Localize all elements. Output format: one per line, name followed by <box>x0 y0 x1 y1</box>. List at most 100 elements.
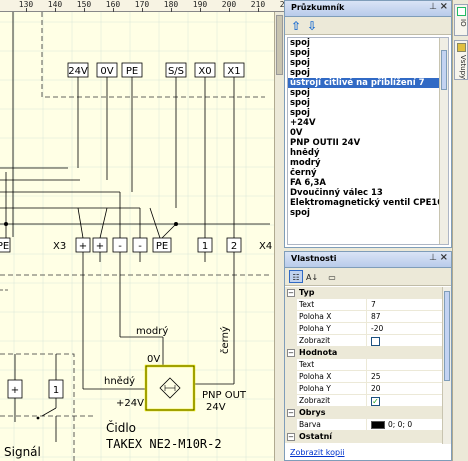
collapse-icon[interactable]: − <box>287 409 295 417</box>
side-tab-vstupy[interactable]: Vstupy <box>454 40 468 80</box>
explorer-list[interactable]: spoj spoj spoj spoj ústrojí citlivé na přibl… <box>287 37 449 245</box>
explorer-list-item[interactable]: spoj <box>288 38 448 48</box>
x3-terminal[interactable]: - <box>112 237 128 253</box>
wire-label-modry: modrý <box>136 325 168 337</box>
property-value[interactable]: 87 <box>371 311 381 323</box>
wire-label-cerny: černý <box>219 326 231 354</box>
x3-terminal[interactable]: PE <box>152 237 172 253</box>
property-key: Text <box>297 299 367 311</box>
row-gutter <box>285 323 297 335</box>
x4-label: X4 <box>259 241 272 252</box>
property-pages-button[interactable]: ▭ <box>325 270 339 283</box>
proximity-sensor-symbol[interactable] <box>144 364 196 412</box>
pin-icon[interactable]: ⊥ <box>429 253 437 263</box>
property-row[interactable]: Text <box>285 359 451 371</box>
collapse-icon[interactable]: − <box>287 349 295 357</box>
property-key: Poloha Y <box>297 383 367 395</box>
x3-terminal[interactable]: - <box>132 237 148 253</box>
alphabetic-sort-button[interactable]: A↓ <box>305 270 319 283</box>
explorer-list-item[interactable]: Elektromagnetický ventil CPE10-M1 <box>288 198 448 208</box>
property-value[interactable]: 25 <box>371 371 381 383</box>
explorer-list-item[interactable]: spoj <box>288 208 448 218</box>
top-terminal[interactable]: X1 <box>223 62 245 78</box>
row-gutter <box>285 311 297 323</box>
property-row[interactable]: Barva 0; 0; 0 <box>285 419 451 431</box>
property-grid-scrollbar[interactable] <box>442 287 451 444</box>
x3-terminal[interactable]: + <box>92 237 108 253</box>
top-terminal-label: X0 <box>198 66 211 77</box>
top-terminal-label: X1 <box>227 66 240 77</box>
top-terminal[interactable]: 24V <box>67 62 89 78</box>
explorer-list-item[interactable]: modrý <box>288 158 448 168</box>
properties-titlebar: Vlastnosti ⊥ × <box>285 252 451 268</box>
property-category-name: Typ <box>299 288 315 297</box>
property-row[interactable]: Zobrazit ✓ <box>285 395 451 407</box>
property-row[interactable]: Poloha Y 20 <box>285 383 451 395</box>
top-terminal[interactable]: PE <box>121 62 143 78</box>
explorer-list-item[interactable]: spoj <box>288 98 448 108</box>
pin-icon[interactable]: ⊥ <box>429 2 437 12</box>
property-category[interactable]: − Ostatní <box>285 431 451 443</box>
explorer-list-item[interactable]: černý <box>288 168 448 178</box>
explorer-list-item[interactable]: hnědý <box>288 148 448 158</box>
property-category[interactable]: − Typ <box>285 287 451 299</box>
collapse-icon[interactable]: − <box>287 433 295 441</box>
property-row[interactable]: Text 7 <box>285 299 451 311</box>
explorer-list-item[interactable]: spoj <box>288 68 448 78</box>
scrollbar-thumb[interactable] <box>444 291 450 381</box>
property-category[interactable]: − Obrys <box>285 407 451 419</box>
explorer-list-item[interactable]: PNP OUTII 24V <box>288 138 448 148</box>
arrow-up-icon[interactable]: ⇧ <box>289 19 303 33</box>
x4-terminal-label: 1 <box>202 241 208 252</box>
explorer-list-item[interactable]: spoj <box>288 48 448 58</box>
property-row[interactable]: Poloha X 25 <box>285 371 451 383</box>
property-checkbox[interactable]: ✓ <box>371 397 380 406</box>
property-value[interactable]: -20 <box>371 323 383 335</box>
top-terminal[interactable]: X0 <box>194 62 216 78</box>
show-copy-link[interactable]: Zobrazit kopii <box>290 448 345 457</box>
property-grid[interactable]: − Typ Text 7 Poloha X 87 Poloha Y -20 Zobrazit − H… <box>285 287 451 444</box>
property-row[interactable]: Zobrazit <box>285 335 451 347</box>
property-category[interactable]: − Hodnota <box>285 347 451 359</box>
close-icon[interactable]: × <box>440 252 448 263</box>
x4-terminal[interactable]: 2 <box>226 237 242 253</box>
drawing-canvas[interactable]: 130140150160170180190200210220 <box>0 0 284 461</box>
canvas-vertical-scrollbar[interactable] <box>274 12 284 461</box>
properties-title: Vlastnosti <box>291 254 337 263</box>
dashed-frame-top <box>41 12 265 98</box>
wire <box>77 207 84 239</box>
arrow-down-icon[interactable]: ⇩ <box>305 19 319 33</box>
categorized-view-button[interactable]: ☷ <box>289 270 303 283</box>
close-icon[interactable]: × <box>440 1 448 12</box>
x3-terminal[interactable]: + <box>75 237 91 253</box>
scrollbar-thumb[interactable] <box>276 15 283 75</box>
x3-terminal-label: + <box>96 241 104 252</box>
side-tab-io[interactable]: IO <box>454 4 468 36</box>
explorer-list-item[interactable]: 0V <box>288 128 448 138</box>
explorer-list-item[interactable]: spoj <box>288 108 448 118</box>
x4-terminal[interactable]: 1 <box>197 237 213 253</box>
explorer-list-item[interactable]: FA 6,3A <box>288 178 448 188</box>
top-terminal-label: 24V <box>68 66 88 77</box>
explorer-list-item[interactable]: +24V <box>288 118 448 128</box>
scrollbar-thumb[interactable] <box>441 50 447 90</box>
top-terminal[interactable]: S/S <box>165 62 187 78</box>
property-value[interactable]: 20 <box>371 383 381 395</box>
explorer-list-scrollbar[interactable] <box>439 38 448 244</box>
property-row[interactable]: Poloha Y -20 <box>285 323 451 335</box>
row-gutter <box>285 383 297 395</box>
collapse-icon[interactable]: − <box>287 289 295 297</box>
property-row[interactable]: Poloha X 87 <box>285 311 451 323</box>
explorer-list-item[interactable]: Dvoučinný válec 13 <box>288 188 448 198</box>
signal-label: Signál <box>4 445 41 459</box>
schematic-drawing[interactable]: 24V 0V PE S/S X0 X1 + + - - PE 1 2 PE X3 X4 modrý č… <box>0 12 274 461</box>
explorer-list-item[interactable]: spoj <box>288 88 448 98</box>
wire-label-hnedy: hnědý <box>104 375 135 387</box>
property-checkbox[interactable] <box>371 337 380 346</box>
top-terminal[interactable]: 0V <box>96 62 118 78</box>
property-value[interactable]: 0; 0; 0 <box>371 419 412 431</box>
sensor-model: TAKEX NE2-M10R-2 <box>106 437 222 451</box>
property-value[interactable]: 7 <box>371 299 376 311</box>
explorer-list-item[interactable]: ústrojí citlivé na přiblížení 7 <box>288 78 448 88</box>
explorer-list-item[interactable]: spoj <box>288 58 448 68</box>
